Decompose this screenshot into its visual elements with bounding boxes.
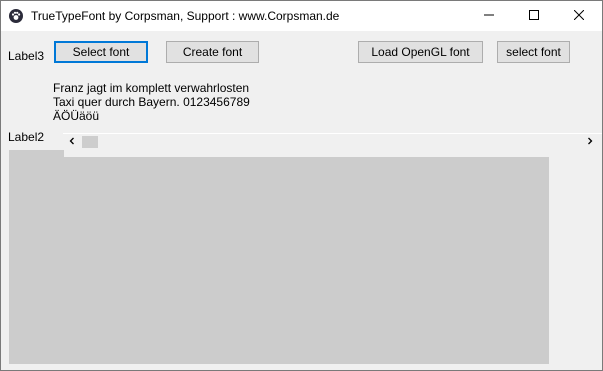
select-font-button-2[interactable]: select font bbox=[497, 41, 570, 63]
scrollbar-thumb[interactable] bbox=[82, 136, 98, 148]
label3: Label3 bbox=[8, 49, 45, 63]
main-window: TrueTypeFont by Corpsman, Support : www.… bbox=[0, 0, 603, 371]
minimize-icon bbox=[484, 9, 494, 23]
preview-panel-left bbox=[9, 150, 64, 364]
horizontal-scrollbar[interactable] bbox=[63, 133, 602, 150]
window-title: TrueTypeFont by Corpsman, Support : www.… bbox=[31, 9, 340, 23]
font-preview-canvas[interactable] bbox=[63, 157, 549, 364]
chevron-right-icon[interactable] bbox=[584, 135, 596, 147]
sample-line-2: Taxi quer durch Bayern. 0123456789 bbox=[53, 95, 250, 109]
title-bar[interactable]: TrueTypeFont by Corpsman, Support : www.… bbox=[1, 1, 602, 31]
sample-line-1: Franz jagt im komplett verwahrlosten bbox=[53, 81, 250, 95]
app-icon[interactable] bbox=[9, 9, 23, 23]
maximize-button[interactable] bbox=[511, 1, 557, 31]
scrollbar-track[interactable] bbox=[63, 133, 602, 134]
close-button[interactable] bbox=[556, 1, 602, 31]
load-opengl-font-button[interactable]: Load OpenGL font bbox=[358, 41, 483, 63]
select-font-button[interactable]: Select font bbox=[54, 41, 148, 63]
font-sample-text: Franz jagt im komplett verwahrlosten Tax… bbox=[53, 81, 250, 123]
minimize-button[interactable] bbox=[466, 1, 512, 31]
create-font-button[interactable]: Create font bbox=[166, 41, 259, 63]
maximize-icon bbox=[529, 9, 539, 23]
close-icon bbox=[573, 9, 585, 23]
chevron-left-icon[interactable] bbox=[66, 135, 78, 147]
label2: Label2 bbox=[8, 130, 45, 144]
sample-line-3: ÄÖÜäöü bbox=[53, 109, 100, 123]
